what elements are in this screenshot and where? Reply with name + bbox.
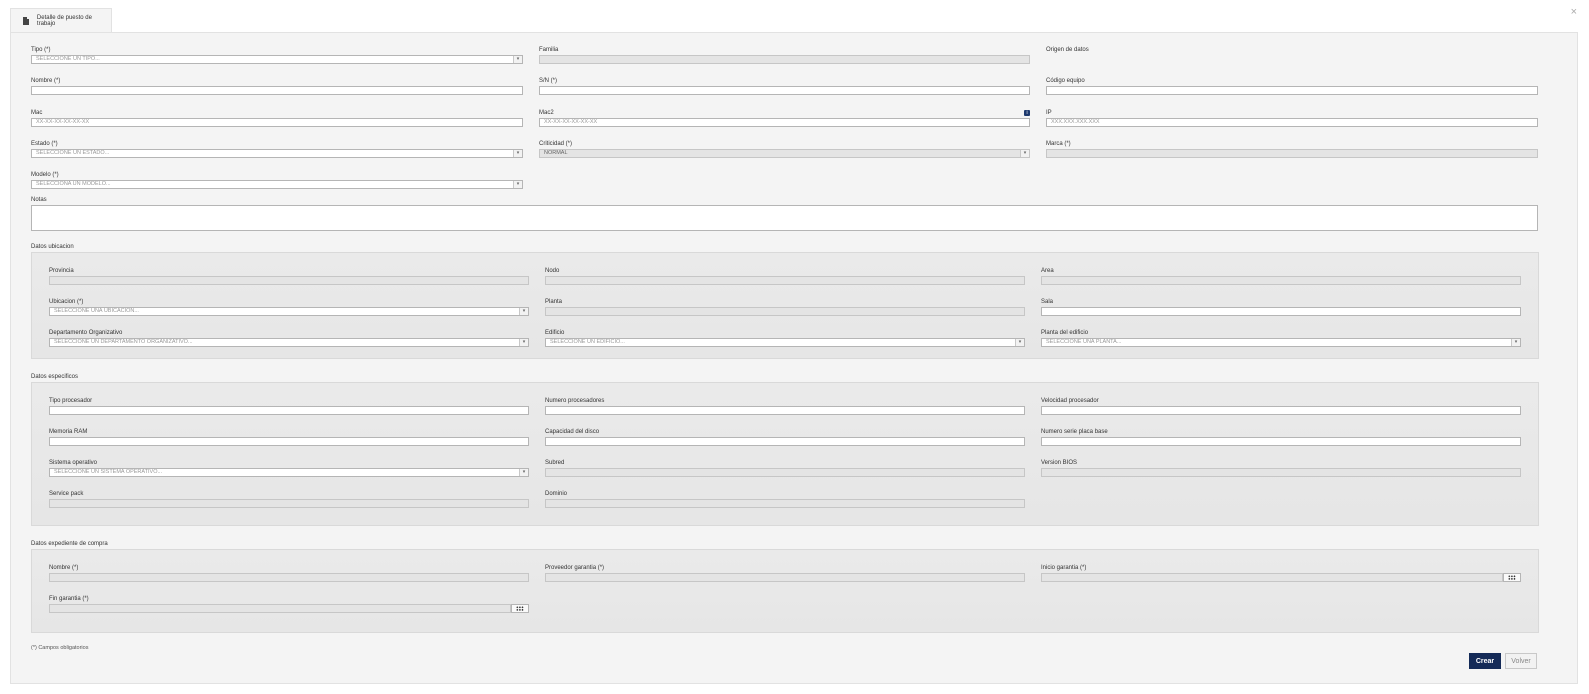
select-criticidad: NORMAL — [539, 149, 1030, 158]
input-subred — [545, 468, 1025, 477]
input-tipo-procesador[interactable] — [49, 406, 529, 415]
close-icon[interactable]: × — [1571, 7, 1577, 18]
select-modelo[interactable]: SELECCIONA UN MODELO... — [31, 180, 523, 189]
label-edificio: Edificio — [545, 330, 565, 336]
label-planta-edificio: Planta del edificio — [1041, 330, 1089, 336]
select-edificio[interactable]: SELECCIONE UN EDIFICIO... — [545, 338, 1025, 347]
tab-detalle[interactable]: Detalle de puesto de trabajo — [10, 8, 112, 32]
label-origen-datos: Origen de datos — [1046, 47, 1089, 53]
label-ubicacion: Ubicacion (*) — [49, 299, 84, 305]
input-compra-nombre — [49, 573, 529, 582]
panel-compra: Nombre (*) Proveedor garantia (*) Inicio… — [31, 549, 1539, 633]
label-sala: Sala — [1041, 299, 1054, 305]
calendar-icon[interactable] — [511, 604, 529, 613]
form-container: Tipo (*) SELECCIONE UN TIPO... Familia O… — [10, 32, 1578, 684]
label-estado: Estado (*) — [31, 141, 58, 147]
label-criticidad: Criticidad (*) — [539, 141, 573, 147]
label-notas: Notas — [31, 197, 47, 203]
label-tipo-procesador: Tipo procesador — [49, 398, 93, 404]
label-proveedor-garantia: Proveedor garantia (*) — [545, 565, 605, 571]
input-numero-procesadores[interactable] — [545, 406, 1025, 415]
label-mac2: Mac2 — [539, 110, 554, 116]
label-compra-nombre: Nombre (*) — [49, 565, 79, 571]
input-inicio-garantia — [1041, 573, 1503, 582]
panel-ubicacion: Provincia Nodo Area Ubicacion (*) SELECC… — [31, 252, 1539, 359]
input-marca — [1046, 149, 1538, 158]
label-subred: Subred — [545, 460, 565, 466]
input-codigo-equipo[interactable] — [1046, 86, 1538, 95]
info-icon[interactable]: i — [1024, 110, 1030, 116]
label-area: Area — [1041, 268, 1054, 274]
input-velocidad-procesador[interactable] — [1041, 406, 1521, 415]
input-provincia — [49, 276, 529, 285]
label-memoria-ram: Memoria RAM — [49, 429, 88, 435]
input-nombre[interactable] — [31, 86, 523, 95]
input-version-bios — [1041, 468, 1521, 477]
select-sistema-operativo[interactable]: SELECCIONE UN SISTEMA OPERATIVO... — [49, 468, 529, 477]
input-fin-garantia — [49, 604, 511, 613]
label-numero-procesadores: Numero procesadores — [545, 398, 605, 404]
input-sala[interactable] — [1041, 307, 1521, 316]
input-ip[interactable]: XXX.XXX.XXX.XXX — [1046, 118, 1538, 127]
select-ubicacion[interactable]: SELECCIONE UNA UBICACIÓN... — [49, 307, 529, 316]
label-velocidad-procesador: Velocidad procesador — [1041, 398, 1099, 404]
label-fin-garantia: Fin garantia (*) — [49, 596, 89, 602]
label-departamento: Departamento Organizativo — [49, 330, 123, 336]
section-title-ubicacion: Datos ubicacion — [31, 244, 74, 250]
document-icon — [23, 16, 29, 25]
panel-especificos: Tipo procesador Numero procesadores Velo… — [31, 382, 1539, 526]
input-memoria-ram[interactable] — [49, 437, 529, 446]
input-numero-serie-placa[interactable] — [1041, 437, 1521, 446]
input-nodo — [545, 276, 1025, 285]
label-marca: Marca (*) — [1046, 141, 1071, 147]
label-capacidad-disco: Capacidad del disco — [545, 429, 600, 435]
label-nombre: Nombre (*) — [31, 78, 61, 84]
section-title-especificos: Datos especificos — [31, 374, 79, 380]
input-mac2[interactable]: XX-XX-XX-XX-XX-XX — [539, 118, 1030, 127]
label-numero-serie-placa: Numero serie placa base — [1041, 429, 1108, 435]
input-area — [1041, 276, 1521, 285]
input-capacidad-disco[interactable] — [545, 437, 1025, 446]
label-inicio-garantia: Inicio garantia (*) — [1041, 565, 1087, 571]
input-mac[interactable]: XX-XX-XX-XX-XX-XX — [31, 118, 523, 127]
label-sistema-operativo: Sistema operativo — [49, 460, 98, 466]
input-sn[interactable] — [539, 86, 1030, 95]
section-title-compra: Datos expediente de compra — [31, 541, 108, 547]
volver-button[interactable]: Volver — [1505, 653, 1537, 669]
tab-label: Detalle de puesto de trabajo — [36, 14, 92, 27]
label-dominio: Dominio — [545, 491, 568, 497]
label-version-bios: Version BIOS — [1041, 460, 1078, 466]
calendar-icon[interactable] — [1503, 573, 1521, 582]
select-estado[interactable]: SELECCIONE UN ESTADO... — [31, 149, 523, 158]
required-fields-note: (*) Campos obligatorios — [31, 645, 89, 651]
textarea-notas[interactable] — [31, 205, 1538, 231]
label-familia: Familia — [539, 47, 559, 53]
label-planta: Planta — [545, 299, 563, 305]
input-proveedor-garantia — [545, 573, 1025, 582]
label-tipo: Tipo (*) — [31, 47, 51, 53]
label-modelo: Modelo (*) — [31, 172, 59, 178]
input-service-pack — [49, 499, 529, 508]
select-tipo[interactable]: SELECCIONE UN TIPO... — [31, 55, 523, 64]
label-service-pack: Service pack — [49, 491, 84, 497]
input-familia — [539, 55, 1030, 64]
label-mac: Mac — [31, 110, 43, 116]
select-planta-edificio[interactable]: SELECCIONE UNA PLANTA... — [1041, 338, 1521, 347]
label-provincia: Provincia — [49, 268, 74, 274]
select-departamento[interactable]: SELECCIONE UN DEPARTAMENTO ORGANIZATIVO.… — [49, 338, 529, 347]
label-codigo-equipo: Código equipo — [1046, 78, 1085, 84]
input-dominio — [545, 499, 1025, 508]
input-planta — [545, 307, 1025, 316]
label-ip: IP — [1046, 110, 1052, 116]
label-nodo: Nodo — [545, 268, 560, 274]
label-sn: S/N (*) — [539, 78, 557, 84]
crear-button[interactable]: Crear — [1469, 653, 1501, 669]
